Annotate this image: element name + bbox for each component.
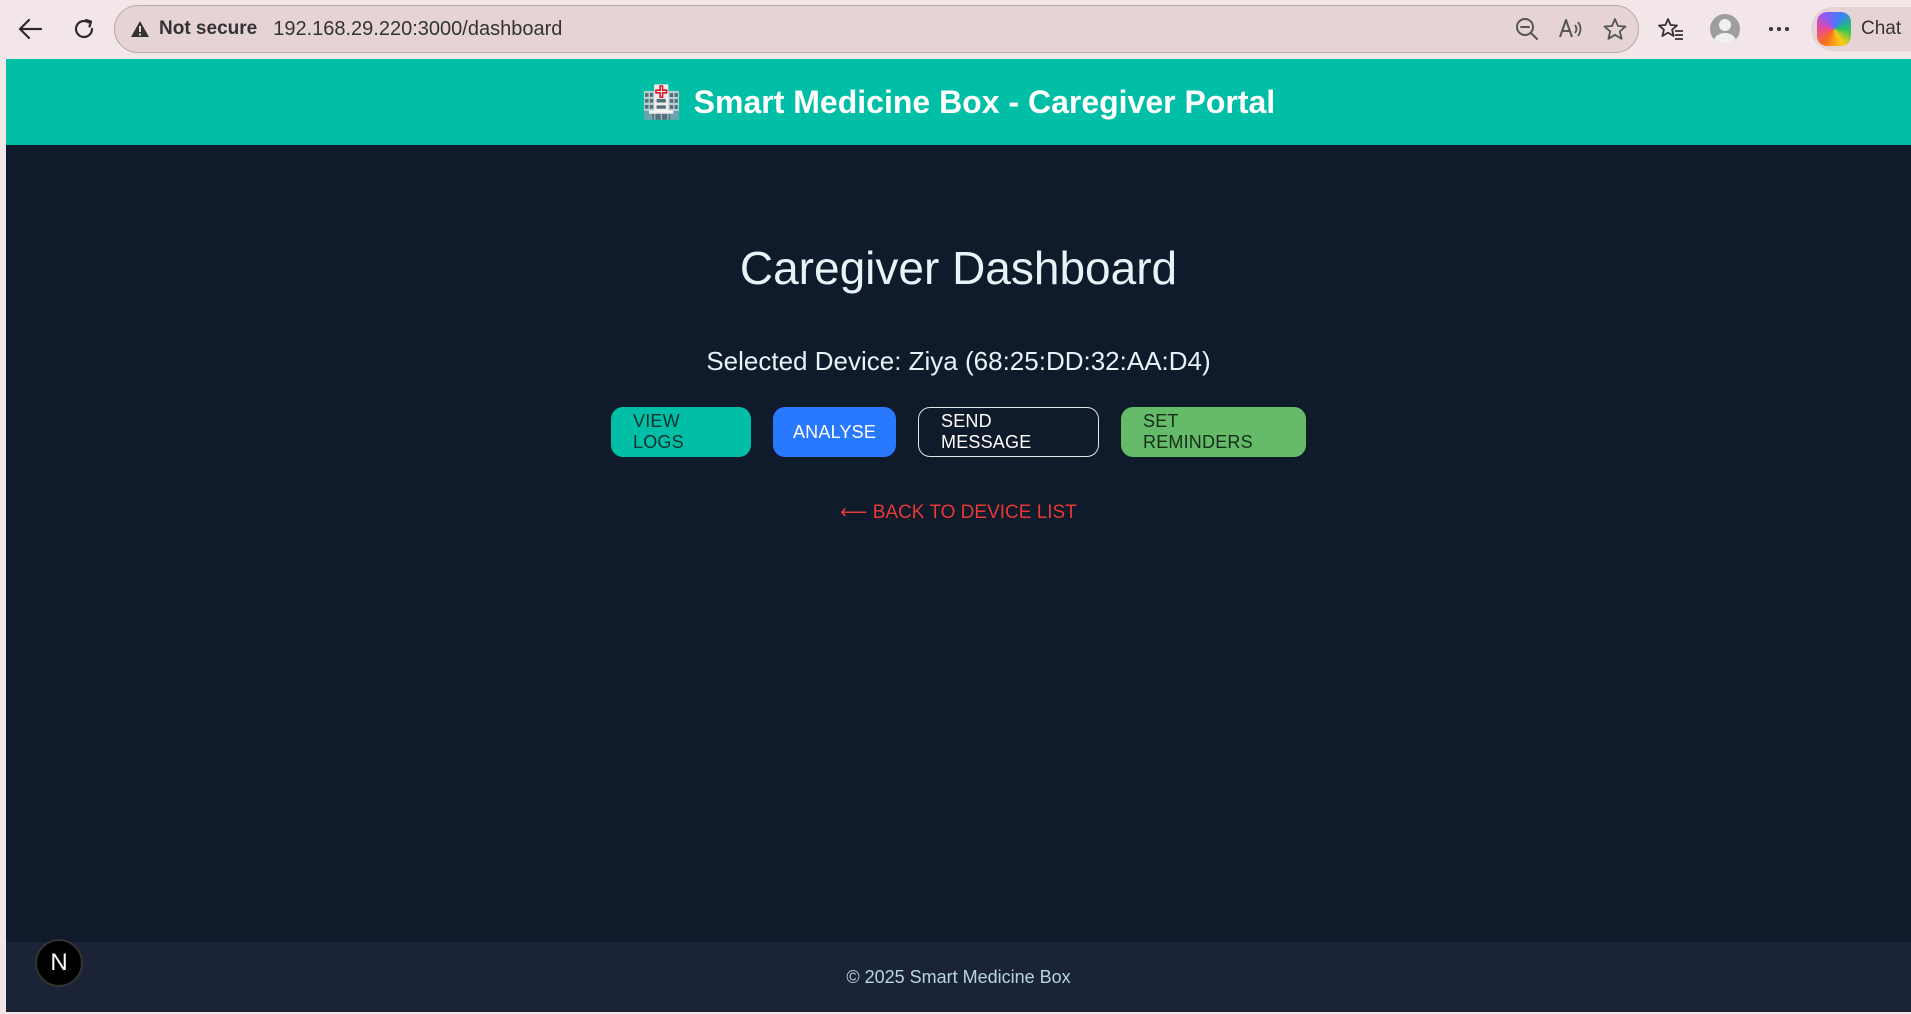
medicine-box-icon: 🏥 (641, 84, 682, 120)
more-options-icon[interactable] (1759, 9, 1799, 49)
action-buttons: VIEW LOGS ANALYSE SEND MESSAGE SET REMIN… (6, 407, 1911, 457)
nextjs-dev-badge[interactable]: N (35, 939, 83, 987)
read-aloud-icon[interactable] (1556, 14, 1586, 44)
refresh-icon[interactable] (64, 10, 104, 48)
copilot-icon (1817, 12, 1851, 46)
copilot-chat-button[interactable]: Chat (1811, 7, 1911, 51)
view-logs-button[interactable]: VIEW LOGS (611, 407, 751, 457)
footer-copyright: © 2025 Smart Medicine Box (846, 966, 1071, 987)
analyse-button[interactable]: ANALYSE (773, 407, 896, 457)
favorites-icon[interactable] (1651, 9, 1691, 49)
back-arrow-icon[interactable] (10, 10, 50, 48)
back-to-device-list-link[interactable]: ⟵ BACK TO DEVICE LIST (6, 501, 1911, 524)
page-title: Caregiver Dashboard (739, 242, 1178, 294)
zoom-out-icon[interactable] (1512, 14, 1542, 44)
address-bar[interactable]: Not secure 192.168.29.220:3000/dashboard (114, 5, 1639, 53)
app-title: Smart Medicine Box - Caregiver Portal (693, 83, 1276, 120)
browser-toolbar: Not secure 192.168.29.220:3000/dashboard… (0, 0, 1911, 58)
set-reminders-button[interactable]: SET REMINDERS (1121, 407, 1306, 457)
not-secure-label[interactable]: Not secure (159, 18, 257, 40)
selected-device-label: Selected Device: Ziya (68:25:DD:32:AA:D4… (706, 346, 1211, 376)
footer: © 2025 Smart Medicine Box (6, 942, 1911, 1012)
profile-avatar-icon[interactable] (1705, 9, 1745, 49)
chat-label: Chat (1861, 18, 1902, 39)
favorite-star-icon[interactable] (1600, 14, 1630, 44)
warning-icon (129, 18, 151, 40)
send-message-button[interactable]: SEND MESSAGE (918, 407, 1099, 457)
page: 🏥 Smart Medicine Box - Caregiver Portal … (6, 59, 1911, 1012)
nextjs-logo-icon: N (50, 949, 68, 976)
app-header: 🏥 Smart Medicine Box - Caregiver Portal (6, 59, 1911, 145)
url-text[interactable]: 192.168.29.220:3000/dashboard (273, 18, 562, 41)
